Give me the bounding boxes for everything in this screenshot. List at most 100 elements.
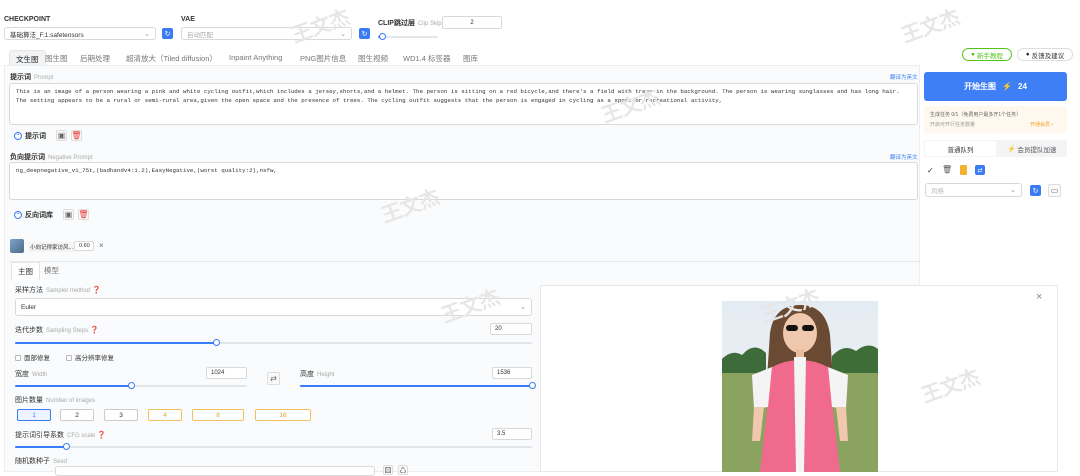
lora-weight[interactable]: 0.60 xyxy=(74,241,94,251)
tab-6[interactable]: PNG图片信息 xyxy=(300,53,346,64)
clip-input[interactable]: 2 xyxy=(442,16,502,29)
refresh-icon: ↻ xyxy=(164,30,171,38)
steps-input[interactable]: 20 xyxy=(490,323,532,335)
option-hires-fix[interactable]: 高分辨率修复 xyxy=(66,352,114,362)
sampler-sub: Sampler method xyxy=(46,288,91,294)
save-negative-button[interactable]: ▣ xyxy=(63,209,74,220)
width-label-text: 宽度 xyxy=(15,371,29,378)
feedback-button[interactable]: ● 反馈及建议 xyxy=(1017,48,1073,61)
sampler-label: 采样方法 Sampler method ❓ xyxy=(15,285,101,295)
dice-button[interactable]: ⚄ xyxy=(383,465,393,475)
cfg-label-text: 提示词引导系数 xyxy=(15,432,64,439)
subtab-model[interactable]: 模型 xyxy=(44,265,59,276)
clip-label-text: CLIP跳过层 xyxy=(378,20,415,27)
collapse-icon[interactable]: ⌃ xyxy=(14,132,22,140)
cfg-input[interactable]: 3.5 xyxy=(492,428,532,440)
swap-dimensions-button[interactable]: ⇄ xyxy=(267,372,280,385)
steps-slider[interactable] xyxy=(15,339,532,346)
refresh-style-button[interactable]: ↻ xyxy=(1030,185,1041,196)
generated-image[interactable] xyxy=(722,301,878,472)
steps-label: 迭代步数 Sampling Steps ❓ xyxy=(15,325,99,335)
batch-option-8[interactable]: 8 xyxy=(192,409,244,421)
tab-9[interactable]: 图库 xyxy=(463,53,478,64)
steps-sub: Sampling Steps xyxy=(46,328,89,334)
batch-option-3[interactable]: 3 xyxy=(104,409,138,421)
vip-link[interactable]: 开通会员 › xyxy=(1030,121,1053,128)
help-icon: ❓ xyxy=(89,327,99,334)
close-icon[interactable]: × xyxy=(1036,291,1042,303)
delete-prompt-button[interactable]: 🗑 xyxy=(71,130,82,141)
normal-queue-option[interactable]: 普通队列 xyxy=(925,141,996,156)
refresh-icon: ↻ xyxy=(1032,187,1039,195)
tab-5[interactable]: Inpaint Anything xyxy=(229,53,282,62)
refresh-vae-button[interactable]: ↻ xyxy=(359,28,370,39)
clipboard-icon[interactable] xyxy=(960,165,967,175)
batch-option-1[interactable]: 1 xyxy=(17,409,51,421)
delete-negative-button[interactable]: 🗑 xyxy=(78,209,89,220)
lora-weight-value: 0.60 xyxy=(79,243,90,249)
subtab-main[interactable]: 主图 xyxy=(11,262,40,280)
vip-queue-option[interactable]: ⚡ 会员提队加速 xyxy=(998,141,1066,156)
tab-3[interactable]: 后期处理 xyxy=(80,53,110,64)
generate-button[interactable]: 开始生图 ⚡ 24 xyxy=(924,72,1067,101)
tab-7[interactable]: 图生视频 xyxy=(358,53,388,64)
option-face-restore[interactable]: 面部修复 xyxy=(15,352,50,362)
tab-4[interactable]: 超清放大（Tiled diffusion） xyxy=(126,53,217,64)
subtab-divider xyxy=(9,261,920,262)
height-sub: Height xyxy=(317,372,335,378)
vip-queue-label: 会员提队加速 xyxy=(1017,146,1057,154)
batch-option-16[interactable]: 16 xyxy=(255,409,311,421)
batch-option-2[interactable]: 2 xyxy=(60,409,94,421)
recycle-icon: ♺ xyxy=(399,465,407,475)
checkpoint-select[interactable]: 基础算法_F.1.safetensors ⌄ xyxy=(4,27,156,40)
trash-icon: 🗑 xyxy=(71,131,82,140)
watermark: 王文杰 xyxy=(288,4,353,48)
cfg-slider[interactable] xyxy=(15,443,532,450)
swap-button[interactable]: ⇄ xyxy=(975,165,985,175)
vae-select[interactable]: 自动匹配 ⌄ xyxy=(181,27,352,40)
prompt-label-text: 提示词 xyxy=(10,74,31,81)
negative-textarea[interactable]: ng_deepnegative_v1_75t,(badhandv4:1.2),E… xyxy=(9,162,918,200)
recycle-button[interactable]: ♺ xyxy=(398,465,408,475)
trash-icon: 🗑 xyxy=(78,210,89,219)
width-slider[interactable] xyxy=(15,382,247,389)
clip-label: CLIP跳过层 Clip Skip xyxy=(378,18,442,28)
negative-tools: ⌃ 反向词库 xyxy=(14,210,53,220)
height-label: 高度 Height xyxy=(300,369,334,379)
width-slider-knob[interactable] xyxy=(127,382,135,389)
seed-input[interactable] xyxy=(55,466,375,476)
height-slider[interactable] xyxy=(300,382,536,389)
trash-icon[interactable]: 🗑 xyxy=(942,165,952,174)
tutorial-icon: ● xyxy=(971,51,975,58)
tutorial-button[interactable]: ● 新手教程 xyxy=(962,48,1012,61)
help-icon: ❓ xyxy=(91,287,101,294)
style-select[interactable]: 风格 ⌄ xyxy=(925,183,1022,197)
prompt-translate-link[interactable]: 翻译为英文 xyxy=(890,73,918,81)
height-slider-knob[interactable] xyxy=(528,382,536,389)
queue-limit: 开启可开行任务数量 xyxy=(930,122,976,128)
height-value: 1536 xyxy=(497,370,511,376)
close-icon[interactable]: × xyxy=(99,241,104,250)
watermark: 王文杰 xyxy=(898,4,963,48)
batch-option-4[interactable]: 4 xyxy=(148,409,182,421)
checkbox[interactable] xyxy=(15,355,21,362)
width-input[interactable]: 1024 xyxy=(206,367,247,379)
tab-8[interactable]: WD1.4 标签器 xyxy=(403,53,451,64)
height-input[interactable]: 1536 xyxy=(492,367,532,379)
collapse-icon[interactable]: ⌃ xyxy=(14,211,22,219)
checkbox[interactable] xyxy=(66,355,72,362)
clip-slider-knob[interactable] xyxy=(379,33,387,40)
prompt-textarea[interactable]: This is an image of a person wearing a p… xyxy=(9,83,918,125)
save-prompt-button[interactable]: ▣ xyxy=(56,130,67,141)
negative-translate-link[interactable]: 翻译为英文 xyxy=(890,153,918,161)
queue-status: 生成任务 0/1（免费用户最多开1个任务） xyxy=(930,112,1022,118)
check-icon[interactable]: ✓ xyxy=(927,166,934,175)
refresh-checkpoint-button[interactable]: ↻ xyxy=(162,28,173,39)
sampler-select[interactable]: Euler ⌄ xyxy=(15,298,532,316)
generate-cost: 24 xyxy=(1018,82,1027,91)
clip-slider[interactable] xyxy=(378,33,438,40)
seed-sub: Seed xyxy=(53,459,68,465)
tab-2[interactable]: 图生图 xyxy=(45,53,68,64)
negative-label: 负向提示词 Negative Prompt xyxy=(10,152,93,162)
edit-style-button[interactable]: ▭ xyxy=(1048,184,1061,197)
